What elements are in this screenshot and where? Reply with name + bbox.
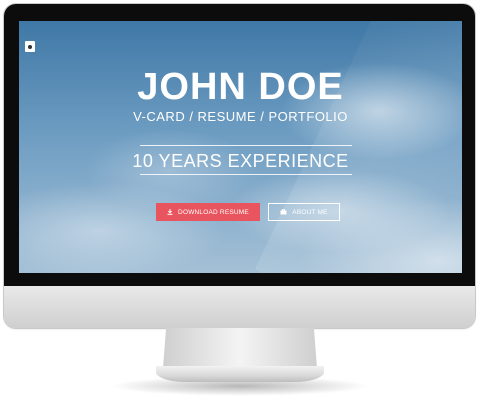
download-resume-button[interactable]: DOWNLOAD RESUME <box>156 203 260 221</box>
divider-bottom <box>140 174 352 175</box>
hero-name: JOHN DOE <box>137 66 344 108</box>
hero-subtitle: V-CARD / RESUME / PORTFOLIO <box>133 109 348 124</box>
menu-toggle-icon[interactable] <box>25 41 35 52</box>
download-icon <box>167 209 173 215</box>
monitor-frame: JOHN DOE V-CARD / RESUME / PORTFOLIO 10 … <box>4 4 475 328</box>
about-me-label: ABOUT ME <box>292 208 328 216</box>
stand-base <box>156 366 324 382</box>
about-me-button[interactable]: ABOUT ME <box>268 203 340 221</box>
stand-neck <box>163 328 317 368</box>
monitor-chin <box>4 286 475 328</box>
briefcase-icon <box>280 209 287 215</box>
menu-dot <box>28 44 32 49</box>
screen: JOHN DOE V-CARD / RESUME / PORTFOLIO 10 … <box>19 21 462 273</box>
screen-glare <box>255 21 462 273</box>
download-resume-label: DOWNLOAD RESUME <box>178 208 249 216</box>
divider-top <box>140 145 352 146</box>
experience-heading: 10 YEARS EXPERIENCE <box>132 151 349 171</box>
